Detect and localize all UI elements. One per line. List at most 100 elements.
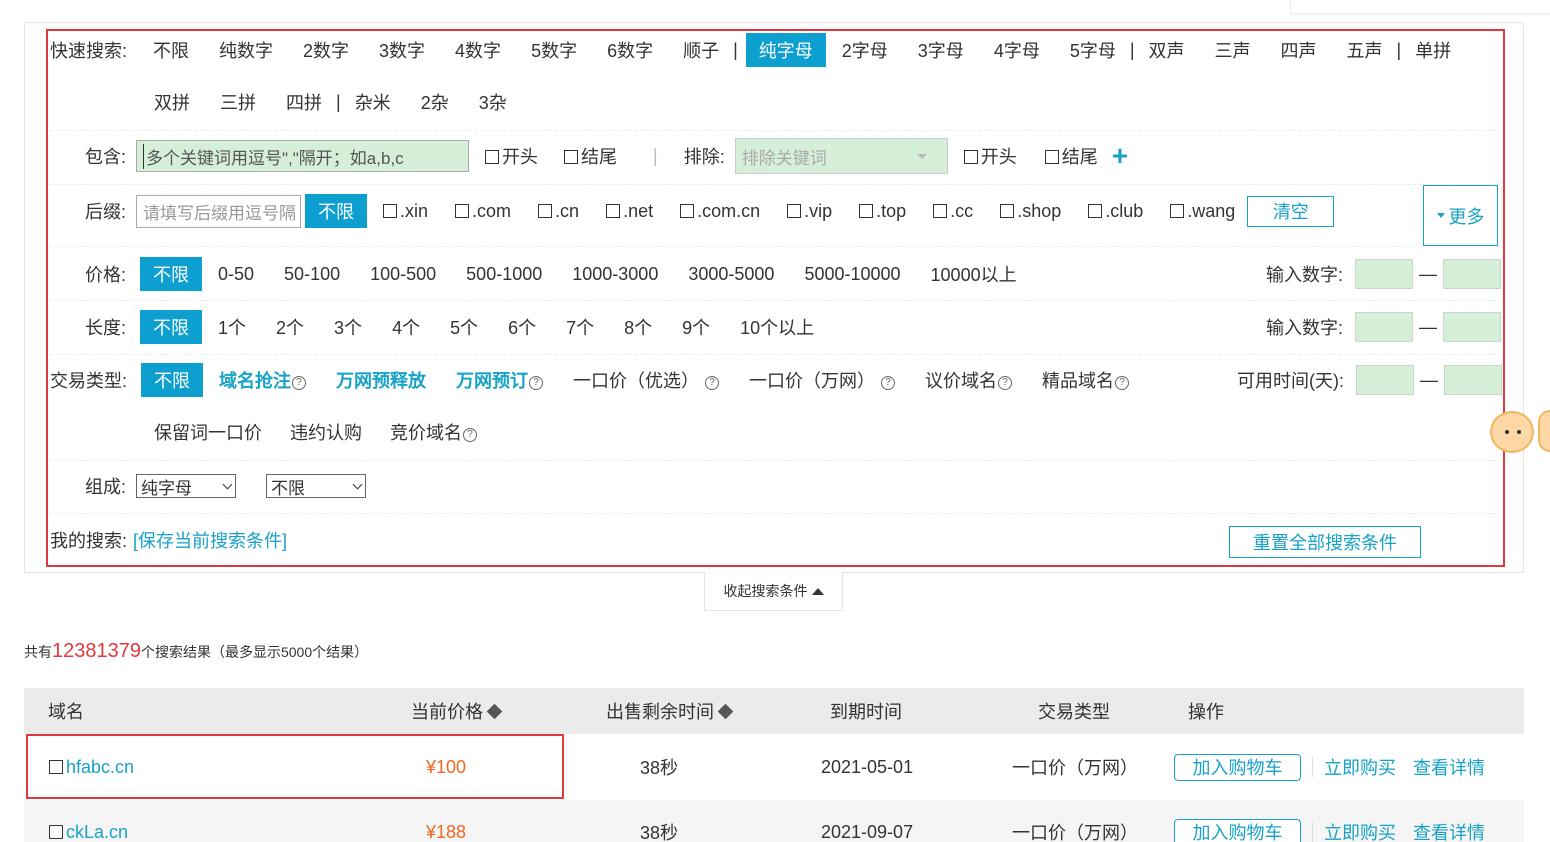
composition-select-2[interactable]: 不限 bbox=[266, 474, 367, 498]
trade-type-option[interactable]: 万网预释放 bbox=[330, 367, 432, 393]
quick-option[interactable]: 四声 bbox=[1275, 37, 1323, 63]
length-option[interactable]: 1个 bbox=[212, 314, 252, 340]
save-search-link[interactable]: [保存当前搜索条件] bbox=[133, 527, 287, 553]
help-icon[interactable]: ? bbox=[292, 376, 307, 390]
quick-option[interactable]: 五声 bbox=[1341, 37, 1389, 63]
trade-type-option[interactable]: 违约认购 bbox=[284, 419, 368, 445]
collapse-search-button[interactable]: 收起搜索条件 bbox=[704, 572, 843, 611]
checkbox-box[interactable] bbox=[606, 203, 621, 218]
suffix-option[interactable]: .com bbox=[455, 201, 511, 222]
price-max-input[interactable] bbox=[1443, 259, 1502, 289]
suffix-option[interactable]: .shop bbox=[1000, 201, 1061, 222]
length-option[interactable]: 6个 bbox=[502, 314, 542, 340]
add-to-cart-button[interactable]: 加入购物车 bbox=[1174, 818, 1301, 842]
buy-now-link[interactable]: 立即购买 bbox=[1324, 754, 1396, 780]
quick-option[interactable]: 3字母 bbox=[912, 37, 970, 63]
checkbox-box[interactable] bbox=[485, 150, 500, 164]
quick-option-selected[interactable]: 纯字母 bbox=[745, 33, 826, 67]
checkbox-box[interactable] bbox=[933, 203, 948, 218]
quick-option[interactable]: 杂米 bbox=[349, 89, 397, 115]
days-max-input[interactable] bbox=[1444, 365, 1502, 395]
quick-option[interactable]: 双声 bbox=[1143, 37, 1191, 63]
checkbox-box[interactable] bbox=[859, 203, 874, 218]
trade-type-option[interactable]: 万网预订? bbox=[450, 367, 549, 393]
checkbox-box[interactable] bbox=[383, 203, 398, 218]
include-keyword-input[interactable]: 多个关键词用逗号","隔开；如a,b,c bbox=[136, 140, 470, 172]
quick-option[interactable]: 纯数字 bbox=[213, 37, 279, 63]
quick-option[interactable]: 四拼 bbox=[280, 89, 328, 115]
quick-option[interactable]: 5字母 bbox=[1064, 37, 1122, 63]
header-price[interactable]: 当前价格 bbox=[411, 688, 503, 734]
trade-type-option[interactable]: 竞价域名? bbox=[384, 419, 483, 445]
length-option-selected[interactable]: 不限 bbox=[140, 310, 203, 344]
header-remaining[interactable]: 出售剩余时间 bbox=[606, 688, 734, 734]
checkbox-box[interactable] bbox=[1170, 203, 1185, 218]
price-option[interactable]: 500-1000 bbox=[460, 264, 548, 285]
add-to-cart-button[interactable]: 加入购物车 bbox=[1174, 753, 1301, 781]
view-details-link[interactable]: 查看详情 bbox=[1413, 819, 1485, 842]
quick-option[interactable]: 不限 bbox=[147, 37, 195, 63]
suffix-option[interactable]: .wang bbox=[1170, 201, 1235, 222]
suffix-option[interactable]: .club bbox=[1088, 201, 1143, 222]
trade-type-option[interactable]: 域名抢注? bbox=[213, 367, 312, 393]
composition-select-1[interactable]: 纯字母 bbox=[136, 474, 237, 498]
trade-type-option-selected[interactable]: 不限 bbox=[141, 363, 204, 397]
price-option[interactable]: 1000-3000 bbox=[566, 264, 664, 285]
checkbox-box[interactable] bbox=[455, 203, 470, 218]
quick-option[interactable]: 5数字 bbox=[525, 37, 583, 63]
price-option[interactable]: 50-100 bbox=[278, 264, 346, 285]
length-option[interactable]: 9个 bbox=[676, 314, 716, 340]
quick-option[interactable]: 三声 bbox=[1209, 37, 1257, 63]
suffix-option[interactable]: .cc bbox=[933, 201, 973, 222]
quick-option[interactable]: 4数字 bbox=[449, 37, 507, 63]
include-end-checkbox[interactable]: 结尾 bbox=[564, 143, 617, 169]
trade-type-option[interactable]: 保留词一口价 bbox=[148, 419, 268, 445]
row-checkbox[interactable] bbox=[49, 760, 63, 774]
checkbox-box[interactable] bbox=[963, 150, 978, 164]
length-option[interactable]: 2个 bbox=[270, 314, 310, 340]
quick-option[interactable]: 2字母 bbox=[836, 37, 894, 63]
length-option[interactable]: 8个 bbox=[618, 314, 658, 340]
quick-option[interactable]: 2杂 bbox=[415, 89, 455, 115]
reset-all-button[interactable]: 重置全部搜索条件 bbox=[1229, 526, 1421, 558]
trade-type-option[interactable]: 议价域名? bbox=[919, 367, 1018, 393]
quick-option[interactable]: 单拼 bbox=[1409, 37, 1457, 63]
exclude-keyword-input[interactable]: 排除关键词 bbox=[734, 138, 948, 174]
quick-option[interactable]: 6数字 bbox=[601, 37, 659, 63]
suffix-option[interactable]: .net bbox=[606, 201, 653, 222]
checkbox-box[interactable] bbox=[564, 150, 579, 164]
view-details-link[interactable]: 查看详情 bbox=[1413, 754, 1485, 780]
domain-link[interactable]: hfabc.cn bbox=[66, 757, 134, 778]
length-option[interactable]: 4个 bbox=[386, 314, 426, 340]
quick-option[interactable]: 双拼 bbox=[148, 89, 196, 115]
more-suffix-button[interactable]: 更多 bbox=[1423, 185, 1498, 246]
price-option[interactable]: 5000-10000 bbox=[798, 264, 906, 285]
length-max-input[interactable] bbox=[1443, 312, 1502, 342]
suffix-option[interactable]: .cn bbox=[538, 201, 579, 222]
clear-suffix-button[interactable]: 清空 bbox=[1247, 195, 1335, 227]
quick-option[interactable]: 3数字 bbox=[373, 37, 431, 63]
domain-link[interactable]: ckLa.cn bbox=[66, 822, 128, 842]
checkbox-box[interactable] bbox=[787, 203, 802, 218]
checkbox-box[interactable] bbox=[680, 203, 695, 218]
exclude-end-checkbox[interactable]: 结尾 bbox=[1044, 143, 1098, 169]
price-min-input[interactable] bbox=[1355, 259, 1414, 289]
buy-now-link[interactable]: 立即购买 bbox=[1324, 819, 1396, 842]
help-icon[interactable]: ? bbox=[463, 428, 477, 442]
checkbox-box[interactable] bbox=[1044, 150, 1059, 164]
length-min-input[interactable] bbox=[1355, 312, 1414, 342]
price-option[interactable]: 3000-5000 bbox=[682, 264, 780, 285]
exclude-start-checkbox[interactable]: 开头 bbox=[963, 143, 1017, 169]
length-option[interactable]: 7个 bbox=[560, 314, 600, 340]
trade-type-option[interactable]: 精品域名? bbox=[1036, 367, 1135, 393]
add-condition-plus-icon[interactable]: + bbox=[1112, 142, 1128, 170]
suffix-option[interactable]: .com.cn bbox=[680, 201, 760, 222]
help-icon[interactable]: ? bbox=[1115, 376, 1130, 390]
trade-type-option[interactable]: 一口价（优选） ? bbox=[567, 367, 725, 393]
quick-option[interactable]: 4字母 bbox=[988, 37, 1046, 63]
suffix-option[interactable]: .top bbox=[859, 201, 906, 222]
assistant-mascot-icon[interactable] bbox=[1490, 411, 1534, 453]
suffix-option-selected[interactable]: 不限 bbox=[305, 194, 368, 228]
price-option[interactable]: 100-500 bbox=[364, 264, 442, 285]
header-domain[interactable]: 域名 bbox=[48, 688, 84, 734]
